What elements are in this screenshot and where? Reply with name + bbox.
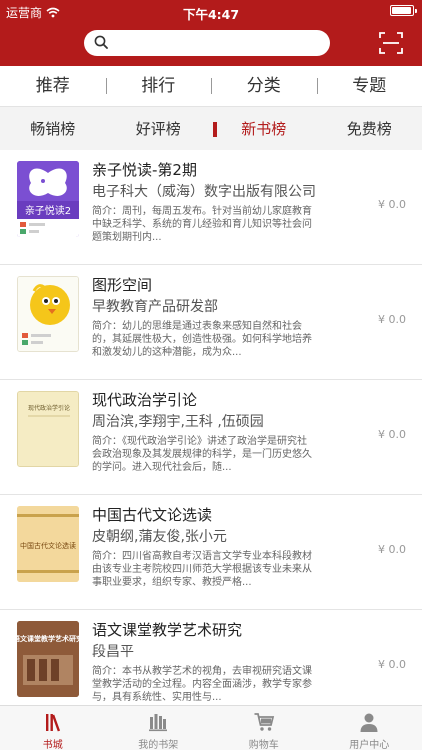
search-input[interactable] [114, 33, 319, 53]
user-icon [360, 713, 378, 732]
book-title: 现代政治学引论 [92, 391, 198, 409]
battery-icon [390, 5, 417, 16]
book-author: 皮朝纲,蒲友俊,张小元 [92, 529, 227, 545]
tab-category[interactable]: 分类 [211, 66, 317, 106]
tabbar-user-center[interactable]: 用户中心 [317, 706, 422, 750]
book-cover: 中国古代文论选读 [17, 506, 79, 582]
book-price: ¥ 0.0 [378, 313, 406, 326]
book-item[interactable]: 亲子悦读2 亲子悦读-第2期 电子科大（威海）数字出版有限公司 简介：周刊，每周… [0, 150, 422, 265]
book-meta: 中国古代文论选读 皮朝纲,蒲友俊,张小元 简介：四川省高教自考汉语言文学专业本科… [92, 505, 316, 602]
status-bar: 运营商 下午4:47 [0, 0, 422, 22]
literature-cover-art: 中国古代文论选读 [17, 506, 79, 582]
book-author: 周治滨,李翔宇,王科 ,伍硕园 [92, 414, 264, 430]
tabbar-label: 我的书架 [138, 740, 179, 750]
book-item[interactable]: 语文课堂教学艺术研究 语文课堂教学艺术研究 段昌平 简介：本书从教学艺术的视角，… [0, 610, 422, 705]
book-price: ¥ 0.0 [378, 543, 406, 556]
book-description: 简介：《现代政治学引论》讲述了政治学是研究社会政治现象及其发展规律的科学，是一门… [92, 436, 312, 473]
ranking-sub-tabs: 畅销榜 好评榜 新书榜 免费榜 [0, 106, 422, 150]
sub-tab-top-rated[interactable]: 好评榜 [106, 107, 212, 150]
chinese-teaching-cover-art: 语文课堂教学艺术研究 [17, 621, 79, 697]
tabbar-label: 购物车 [248, 740, 279, 750]
book-title: 语文课堂教学艺术研究 [92, 621, 243, 639]
cart-icon [254, 713, 274, 731]
bottom-tab-bar: 书城 我的书架 购物车 用户中心 [0, 705, 422, 750]
book-item[interactable]: 中国古代文论选读 中国古代文论选读 皮朝纲,蒲友俊,张小元 简介：四川省高教自考… [0, 495, 422, 610]
book-price: ¥ 0.0 [378, 198, 406, 211]
book-author: 早教教育产品研发部 [92, 299, 218, 315]
book-meta: 现代政治学引论 周治滨,李翔宇,王科 ,伍硕园 简介：《现代政治学引论》讲述了政… [92, 390, 316, 487]
book-price: ¥ 0.0 [378, 428, 406, 441]
book-title: 图形空间 [92, 276, 153, 294]
tabbar-cart[interactable]: 购物车 [211, 706, 317, 750]
tab-recommend[interactable]: 推荐 [0, 66, 106, 106]
primary-tabs: 推荐 排行 分类 专题 [0, 66, 422, 106]
search-bar[interactable] [84, 30, 330, 56]
tabbar-bookshelf[interactable]: 我的书架 [106, 706, 212, 750]
sub-tab-bestseller[interactable]: 畅销榜 [0, 107, 106, 150]
battery-level [392, 7, 411, 14]
book-meta: 亲子悦读-第2期 电子科大（威海）数字出版有限公司 简介：周刊，每周五发布。针对… [92, 160, 316, 257]
book-meta: 图形空间 早教教育产品研发部 简介：幼儿的思维是通过表象来感知自然和社会的，其延… [92, 275, 316, 372]
book-description: 简介：周刊，每周五发布。针对当前幼儿家庭教育中缺乏科学、系统的育儿经验和育儿知识… [92, 206, 312, 243]
politics-cover-art: 现代政治学引论 [18, 392, 78, 466]
status-time: 下午4:47 [182, 7, 240, 22]
chick-cover-art [18, 277, 78, 351]
cover-title: 语文课堂教学艺术研究 [17, 634, 79, 643]
book-author: 电子科大（威海）数字出版有限公司 [92, 184, 316, 200]
book-cover: 语文课堂教学艺术研究 [17, 621, 79, 697]
book-title: 亲子悦读-第2期 [92, 161, 197, 179]
search-icon [94, 35, 108, 49]
book-item[interactable]: 现代政治学引论 现代政治学引论 周治滨,李翔宇,王科 ,伍硕园 简介：《现代政治… [0, 380, 422, 495]
book-cover: 亲子悦读2 [17, 161, 79, 237]
tab-ranking[interactable]: 排行 [105, 66, 212, 106]
book-title: 中国古代文论选读 [92, 506, 213, 524]
butterfly-cover-art: 亲子悦读2 [17, 161, 79, 237]
book-description: 简介：四川省高教自考汉语言文学专业本科段教材由该专业主考院校四川师范大学根据该专… [92, 551, 312, 588]
book-item[interactable]: 图形空间 早教教育产品研发部 简介：幼儿的思维是通过表象来感知自然和社会的，其延… [0, 265, 422, 380]
tabbar-label: 书城 [42, 740, 63, 750]
book-description: 简介：幼儿的思维是通过表象来感知自然和社会的，其延展性极大，创造性极强。如何科学… [92, 321, 312, 358]
book-cover [17, 276, 79, 352]
cover-title: 亲子悦读2 [25, 204, 71, 217]
book-cover: 现代政治学引论 [17, 391, 79, 467]
bookstore-icon [45, 714, 60, 732]
book-price: ¥ 0.0 [378, 658, 406, 671]
sub-tab-free[interactable]: 免费榜 [317, 107, 422, 150]
tabbar-label: 用户中心 [349, 740, 390, 750]
book-meta: 语文课堂教学艺术研究 段昌平 简介：本书从教学艺术的视角，去审视研究语文课堂教学… [92, 620, 316, 705]
book-description: 简介：本书从教学艺术的视角，去审视研究语文课堂教学活动的全过程。内容全面涵涉，教… [92, 666, 312, 703]
app-header: 运营商 下午4:47 [0, 0, 422, 66]
tabbar-bookstore[interactable]: 书城 [0, 706, 106, 750]
sub-tab-new-books[interactable]: 新书榜 [211, 107, 317, 150]
book-author: 段昌平 [92, 644, 134, 660]
bookshelf-icon [149, 714, 168, 732]
scan-icon[interactable] [378, 30, 404, 56]
cover-title: 现代政治学引论 [28, 404, 70, 412]
cover-title: 中国古代文论选读 [20, 541, 76, 550]
tab-topics[interactable]: 专题 [316, 66, 422, 106]
book-list: 亲子悦读2 亲子悦读-第2期 电子科大（威海）数字出版有限公司 简介：周刊，每周… [0, 150, 422, 705]
